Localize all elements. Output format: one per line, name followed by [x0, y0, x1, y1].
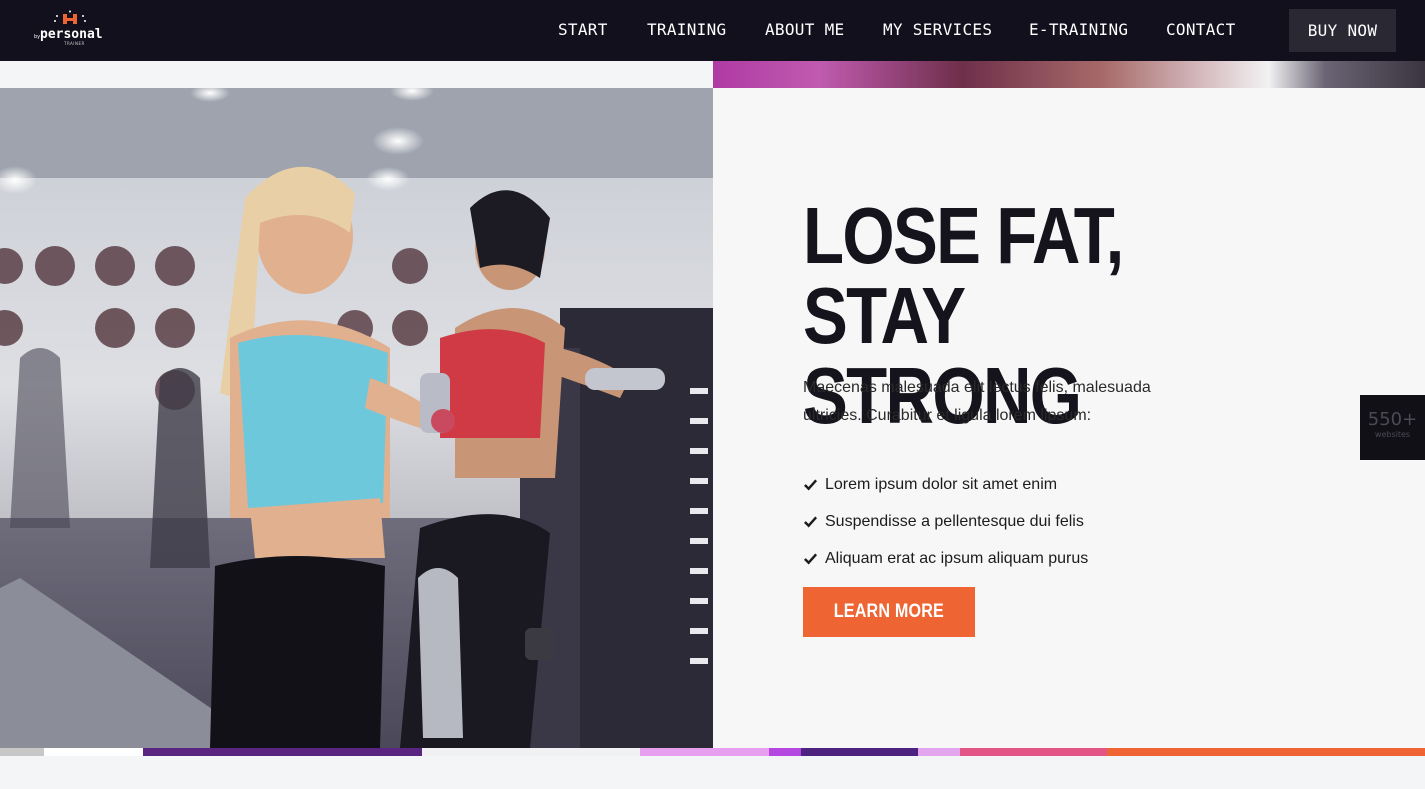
nav-item-e-training[interactable]: E-TRAINING: [1029, 20, 1128, 39]
nav-item-my-services[interactable]: MY SERVICES: [883, 20, 992, 39]
websites-count-badge[interactable]: 550+ websites: [1360, 395, 1425, 460]
top-strip-image: [713, 61, 1425, 88]
list-item-text: Aliquam erat ac ipsum aliquam purus: [825, 549, 1089, 567]
next-section: [0, 756, 1425, 789]
checkmark-icon: [804, 553, 818, 565]
headline-line-1: LOSE FAT,: [803, 191, 1124, 280]
gym-photo-illustration: [0, 88, 713, 748]
learn-more-label: LEARN MORE: [833, 601, 945, 622]
decorative-color-bar: [0, 748, 1425, 756]
list-item-text: Lorem ipsum dolor sit amet enim: [825, 475, 1058, 493]
logo-tag: TRAINER: [64, 41, 85, 46]
buy-now-button[interactable]: BUY NOW: [1289, 9, 1396, 52]
nav-item-about-me[interactable]: ABOUT ME: [765, 20, 844, 39]
benefit-list: Lorem ipsum dolor sit amet enim Suspendi…: [803, 466, 1088, 577]
badge-count: 550+: [1367, 409, 1418, 430]
logo[interactable]: by personal TRAINER: [30, 10, 110, 50]
hero-intro: Maecenas malesuada elit lectus felis, ma…: [803, 379, 1151, 424]
checkmark-icon: [804, 479, 818, 491]
hero-image: [0, 88, 713, 748]
learn-more-button[interactable]: LEARN MORE: [803, 587, 975, 637]
nav-item-contact[interactable]: CONTACT: [1166, 20, 1236, 39]
list-item-text: Suspendisse a pellentesque dui felis: [825, 512, 1084, 530]
list-item: Suspendisse a pellentesque dui felis: [803, 503, 1088, 540]
nav-item-start[interactable]: START: [558, 20, 608, 39]
list-item: Aliquam erat ac ipsum aliquam purus: [803, 540, 1088, 577]
badge-label: websites: [1374, 430, 1411, 439]
nav-item-training[interactable]: TRAINING: [647, 20, 726, 39]
logo-text: personal: [40, 27, 103, 42]
list-item: Lorem ipsum dolor sit amet enim: [803, 466, 1088, 503]
checkmark-icon: [804, 516, 818, 528]
site-header: by personal TRAINER START TRAINING ABOUT…: [0, 0, 1425, 61]
